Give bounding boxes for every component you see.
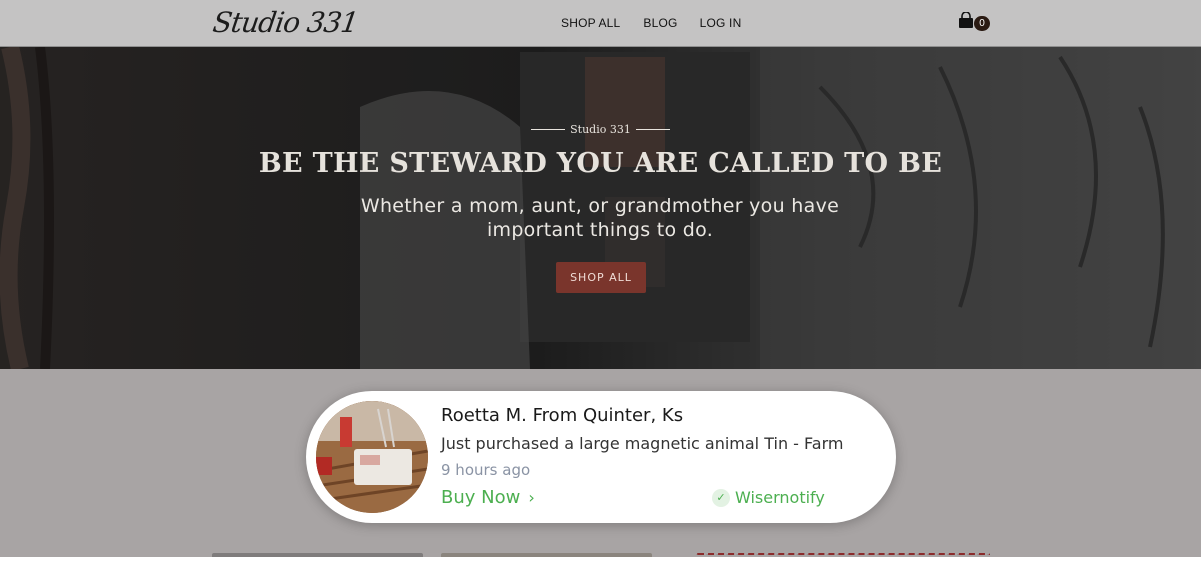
cart-count-badge: 0 — [974, 16, 990, 31]
eyebrow-text: Studio 331 — [570, 123, 631, 136]
hero-subtitle: Whether a mom, aunt, or grandmother you … — [360, 195, 840, 241]
nav-log-in[interactable]: LOG IN — [700, 16, 742, 30]
nav-blog[interactable]: BLOG — [643, 16, 677, 30]
brand-label: Wisernotify — [735, 488, 825, 507]
main-nav: SHOP ALL BLOG LOG IN — [561, 16, 741, 30]
hero-banner: Studio 331 BE THE STEWARD YOU ARE CALLED… — [0, 47, 1201, 369]
purchase-message: Just purchased a large magnetic animal T… — [441, 434, 844, 453]
customer-name: Roetta M. From Quinter, Ks — [441, 405, 684, 426]
wisernotify-badge[interactable]: ✓ Wisernotify — [712, 488, 825, 508]
chevron-right-icon: › — [528, 488, 535, 507]
buy-now-link[interactable]: Buy Now › — [441, 487, 535, 509]
buy-now-label: Buy Now — [441, 487, 521, 508]
eyebrow-divider-left — [531, 129, 565, 130]
hero-title: BE THE STEWARD YOU ARE CALLED TO BE — [258, 148, 943, 179]
site-logo[interactable]: Studio 331 — [211, 6, 360, 40]
cart-button[interactable]: 0 — [958, 12, 990, 32]
page-bottom — [0, 557, 1201, 568]
shopping-bag-icon — [959, 12, 973, 28]
hero-eyebrow: Studio 331 — [531, 122, 670, 138]
nav-shop-all[interactable]: SHOP ALL — [561, 16, 620, 30]
product-photo — [316, 401, 428, 513]
purchase-notification[interactable]: Roetta M. From Quinter, Ks Just purchase… — [306, 391, 896, 523]
check-circle-icon: ✓ — [712, 489, 730, 507]
eyebrow-divider-right — [636, 129, 670, 130]
site-header: Studio 331 SHOP ALL BLOG LOG IN 0 — [0, 0, 1201, 47]
product-thumbnail — [316, 401, 428, 513]
hero-shop-all-button[interactable]: SHOP ALL — [556, 262, 646, 293]
purchase-time: 9 hours ago — [441, 461, 531, 479]
